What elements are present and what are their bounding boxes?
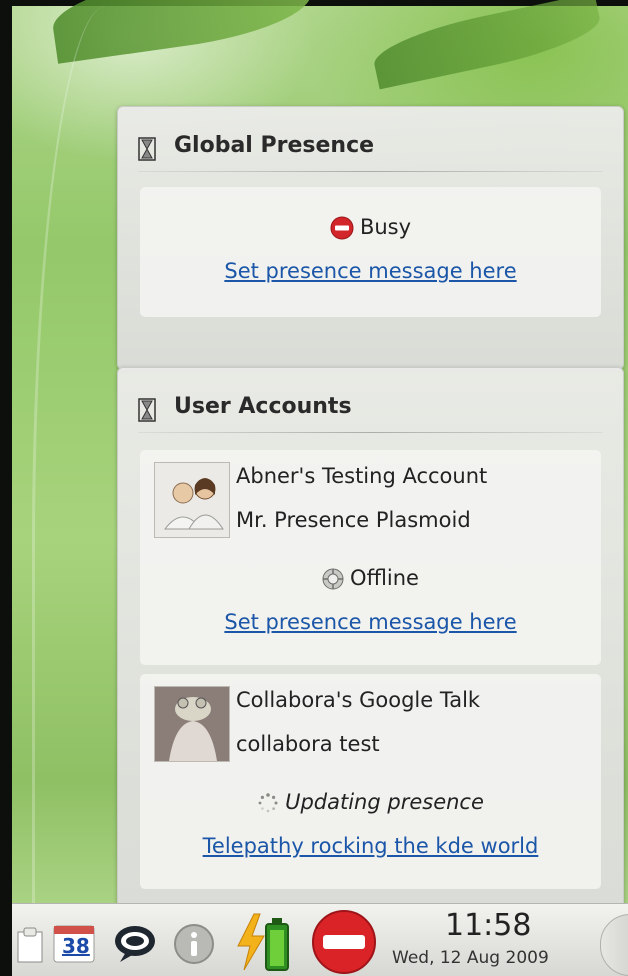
panel-title: Global Presence bbox=[174, 133, 375, 158]
account-user: collabora test bbox=[236, 732, 380, 756]
calendar-icon[interactable]: 38 bbox=[50, 922, 98, 966]
status-text: Offline bbox=[350, 566, 419, 590]
wallpaper-leaf bbox=[369, 0, 605, 90]
panel-header: User Accounts bbox=[138, 392, 603, 433]
panel-toolbox-button[interactable] bbox=[600, 914, 628, 976]
account-card: Abner's Testing Account Mr. Presence Pla… bbox=[140, 450, 601, 665]
updating-spinner-icon bbox=[258, 793, 278, 813]
battery-icon[interactable] bbox=[232, 910, 296, 974]
status-text: Updating presence bbox=[285, 790, 484, 814]
hourglass-icon bbox=[138, 137, 156, 161]
busy-presence-icon[interactable] bbox=[310, 908, 378, 976]
status-text: Busy bbox=[359, 215, 412, 239]
chat-icon[interactable] bbox=[112, 922, 158, 964]
people-avatar bbox=[154, 462, 230, 538]
panel-header: Global Presence bbox=[138, 131, 603, 172]
account-user: Mr. Presence Plasmoid bbox=[236, 508, 471, 532]
global-presence-panel: Global Presence Busy Set presence messag… bbox=[117, 106, 624, 370]
clock-time[interactable]: 11:58 bbox=[445, 908, 531, 943]
global-status-box: Busy Set presence message here bbox=[140, 187, 601, 317]
divider bbox=[138, 171, 603, 172]
panel-title: User Accounts bbox=[174, 394, 352, 419]
hourglass-icon bbox=[138, 398, 156, 422]
taskbar: 38 11:58 Wed, 12 Aug 2009 bbox=[12, 903, 628, 976]
status-line[interactable]: Busy bbox=[140, 215, 601, 240]
status-line[interactable]: Offline bbox=[140, 566, 601, 590]
set-presence-message-link[interactable]: Set presence message here bbox=[140, 610, 601, 634]
clipboard-icon[interactable] bbox=[14, 924, 48, 964]
calendar-day: 38 bbox=[62, 934, 90, 958]
user-accounts-panel: User Accounts Abner's Testing Account Mr… bbox=[117, 367, 624, 913]
account-name: Abner's Testing Account bbox=[236, 464, 488, 488]
clock-date[interactable]: Wed, 12 Aug 2009 bbox=[392, 948, 549, 968]
busy-icon bbox=[330, 216, 354, 240]
status-line[interactable]: Updating presence bbox=[140, 790, 601, 814]
account-card: Collabora's Google Talk collabora test U… bbox=[140, 674, 601, 889]
set-presence-message-link[interactable]: Set presence message here bbox=[140, 259, 601, 283]
frog-avatar bbox=[154, 686, 230, 762]
info-icon[interactable] bbox=[172, 922, 216, 966]
divider bbox=[138, 432, 603, 433]
account-name: Collabora's Google Talk bbox=[236, 688, 481, 712]
offline-icon bbox=[322, 568, 344, 590]
set-presence-message-link[interactable]: Telepathy rocking the kde world bbox=[140, 834, 601, 858]
